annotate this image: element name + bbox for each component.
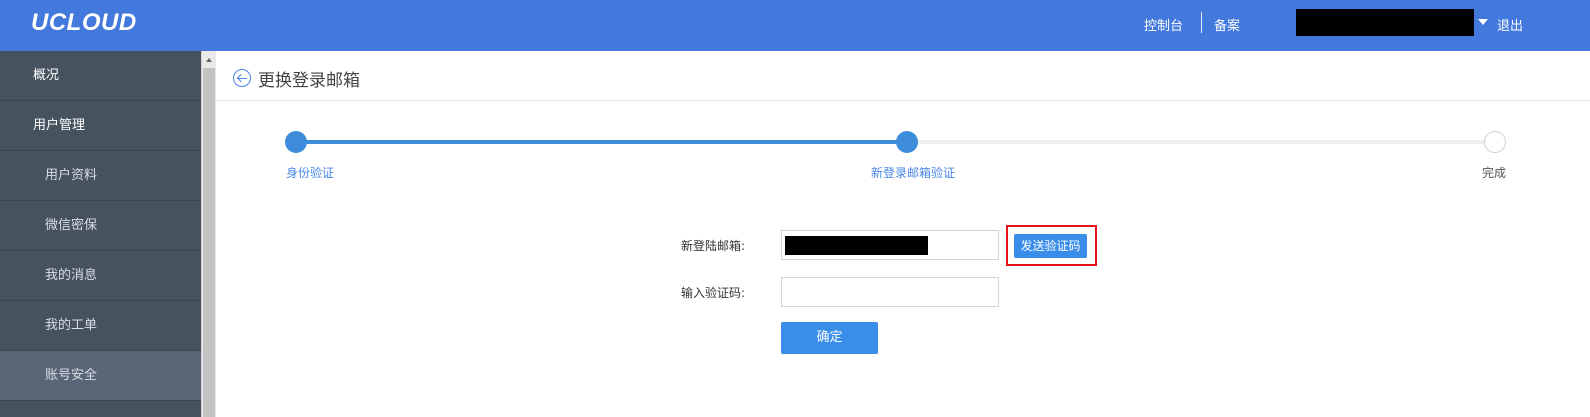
sidebar: 概况 用户管理 用户资料 微信密保 我的消息 我的工单 账号安全 xyxy=(0,51,201,417)
sidebar-item-tickets[interactable]: 我的工单 xyxy=(0,301,201,351)
sidebar-item-messages[interactable]: 我的消息 xyxy=(0,251,201,301)
step-dot-complete xyxy=(1484,131,1506,153)
page-title: 更换登录邮箱 xyxy=(258,71,360,91)
send-code-highlight: 发送验证码 xyxy=(1006,225,1097,266)
sidebar-item-user-profile[interactable]: 用户资料 xyxy=(0,151,201,201)
step-dot-new-email xyxy=(896,131,918,153)
verification-code-input[interactable] xyxy=(781,277,999,307)
email-label: 新登陆邮箱: xyxy=(681,239,746,253)
back-arrow-icon[interactable] xyxy=(233,69,251,87)
sidebar-item-user-management[interactable]: 用户管理 xyxy=(0,101,201,151)
sidebar-item-overview[interactable]: 概况 xyxy=(0,51,201,101)
chevron-down-icon[interactable] xyxy=(1478,19,1488,25)
sidebar-item-wechat-security[interactable]: 微信密保 xyxy=(0,201,201,251)
top-bar: UCLOUD 控制台 备案 退出 xyxy=(0,0,1590,51)
sidebar-scrollbar[interactable] xyxy=(201,51,216,417)
step-label-identity: 身份验证 xyxy=(286,166,335,180)
progress-fill xyxy=(296,140,907,144)
email-field[interactable] xyxy=(781,230,999,260)
ucloud-logo[interactable]: UCLOUD xyxy=(31,9,137,37)
scrollbar-thumb[interactable] xyxy=(203,68,215,417)
page-header: 更换登录邮箱 xyxy=(217,51,1590,101)
filing-link[interactable]: 备案 xyxy=(1214,15,1240,34)
code-label: 输入验证码: xyxy=(681,286,746,300)
send-code-button[interactable]: 发送验证码 xyxy=(1014,234,1087,258)
sidebar-item-account-security[interactable]: 账号安全 xyxy=(0,351,201,401)
step-label-new-email: 新登录邮箱验证 xyxy=(871,166,956,180)
confirm-button[interactable]: 确定 xyxy=(781,322,878,354)
step-label-complete: 完成 xyxy=(1482,166,1507,180)
redacted-username[interactable] xyxy=(1296,9,1474,36)
step-dot-identity xyxy=(285,131,307,153)
scroll-up-arrow-icon[interactable] xyxy=(206,58,212,62)
console-link[interactable]: 控制台 xyxy=(1144,15,1183,34)
nav-divider xyxy=(1201,12,1202,33)
logout-link[interactable]: 退出 xyxy=(1497,15,1523,34)
redacted-email xyxy=(785,236,928,255)
